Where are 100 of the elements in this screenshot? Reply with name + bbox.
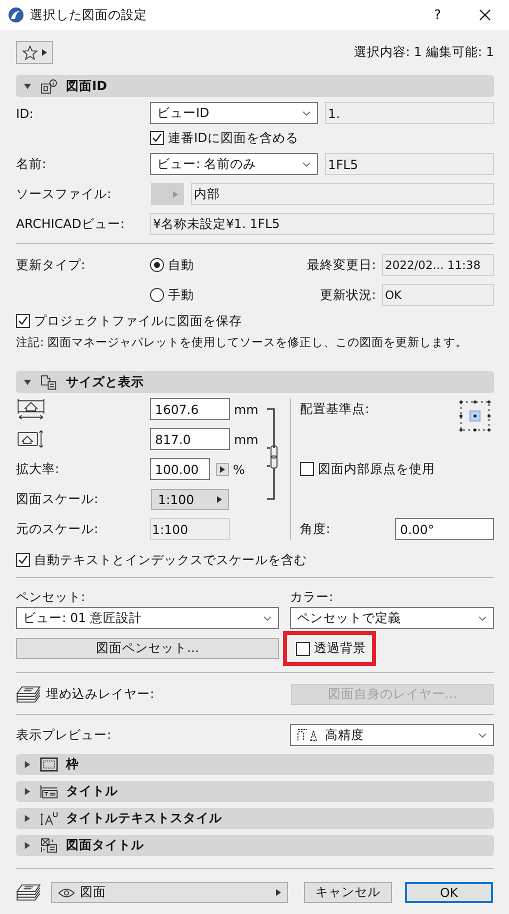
unit-label: % [233, 462, 245, 476]
section-header[interactable]: 図面ID [16, 75, 494, 97]
field-label: ペンセット: [16, 588, 86, 606]
section-header[interactable]: サイズと表示 [16, 371, 494, 393]
chevron-icon [478, 732, 487, 738]
close-icon[interactable] [479, 9, 491, 21]
checkbox[interactable] [16, 553, 30, 567]
height-icon [16, 428, 46, 450]
section-title: 図面タイトル [66, 837, 144, 854]
scale-menu-button[interactable] [216, 462, 229, 476]
field-label: 表示プレビュー: [16, 726, 112, 744]
app-logo-icon [8, 7, 24, 23]
field-label: 角度: [300, 520, 330, 538]
caret-icon [276, 889, 281, 896]
checkbox[interactable] [300, 462, 314, 476]
field-label: ARCHICADビュー: [16, 216, 126, 232]
section-title: 図面ID [66, 78, 108, 94]
chevron-icon [302, 110, 311, 116]
transparent-checkbox[interactable]: 透過背景 [296, 640, 368, 657]
eye-icon [58, 888, 75, 898]
radio-button[interactable] [150, 258, 164, 272]
width-icon [16, 398, 46, 420]
field-label: 埋め込みレイヤー: [46, 686, 154, 703]
field-label: 配置基準点: [300, 401, 370, 418]
caret-icon [42, 49, 47, 56]
field-label: ソースファイル: [16, 186, 112, 202]
drawing-list-icon [40, 374, 58, 390]
chevron-icon [478, 616, 487, 620]
save-checkbox[interactable]: プロジェクトファイルに図面を保存 [16, 312, 242, 330]
frame-icon [40, 757, 58, 772]
section-header[interactable]: 図面タイトル [16, 835, 494, 856]
drawing-title-icon [40, 838, 58, 853]
ok-button[interactable]: OK [405, 882, 493, 903]
field-label: 更新タイプ: [16, 256, 86, 274]
color-dropdown[interactable]: ペンセットで定義 [290, 607, 494, 629]
checkbox[interactable] [296, 642, 310, 656]
caret-icon [217, 496, 222, 502]
section-header[interactable]: タイトルテキストスタイル [16, 808, 494, 829]
check-icon [17, 554, 29, 566]
field-label: 更新状況: [320, 286, 376, 304]
chevron-icon [263, 616, 272, 620]
status-field: OK [382, 284, 494, 306]
field-label: 拡大率: [16, 460, 60, 478]
layers-icon [16, 884, 41, 901]
angle-field[interactable]: 0.00° [395, 518, 494, 540]
id-value-field[interactable]: 1. [325, 102, 494, 124]
source-field: 内部 [191, 183, 494, 205]
layer-dropdown[interactable]: 図面 [51, 882, 288, 903]
preview-dropdown[interactable]: 高精度 [290, 724, 494, 746]
drawing-info-icon [40, 78, 58, 94]
pen-set-dropdown[interactable]: ビュー: 01 意匠設計 [16, 607, 279, 629]
include-checkbox[interactable]: 連番IDに図面を含める [150, 130, 298, 146]
help-button[interactable]: ? [434, 8, 441, 22]
star-icon [22, 44, 38, 60]
original-scale-field: 1:100 [150, 518, 230, 540]
link-icon[interactable] [264, 408, 278, 500]
view-path-field: ¥名称未設定¥1. 1FL5 [150, 213, 494, 235]
height-field[interactable]: 817.0 [150, 428, 230, 450]
check-icon [151, 132, 163, 144]
section-title: タイトルテキストスタイル [66, 810, 222, 827]
chevron-icon [302, 162, 311, 166]
note-text: 注記: 図面マネージャパレットを使用してソースを修正し、この図面を更新します。 [16, 334, 468, 350]
origin-checkbox[interactable]: 図面内部原点を使用 [300, 460, 435, 478]
unit-label: mm [234, 432, 258, 446]
radio-button[interactable] [150, 288, 164, 302]
section-header[interactable]: 枠 [16, 754, 494, 775]
width-field[interactable]: 1607.6 [150, 398, 230, 420]
caret-icon [220, 466, 225, 472]
name-value-field[interactable]: 1FL5 [325, 153, 494, 175]
name-type-dropdown[interactable]: ビュー: 名前のみ [150, 153, 318, 175]
unit-label: mm [234, 402, 258, 416]
checkbox[interactable] [16, 314, 30, 328]
scale-field[interactable]: 100.00 [150, 458, 210, 480]
field-label: 元のスケール: [16, 520, 100, 538]
text-style-icon [40, 811, 58, 826]
field-label: 名前: [16, 156, 48, 172]
title-icon [40, 784, 58, 799]
anchor-point-grid[interactable] [459, 400, 491, 432]
field-label: ID: [16, 106, 35, 120]
id-type-dropdown[interactable]: ビューID [150, 102, 318, 124]
drawing-scale-button[interactable]: 1:100 [151, 488, 229, 510]
pen-set-button[interactable]: 図面ペンセット... [16, 638, 279, 659]
field-label: 最終変更日: [306, 256, 376, 274]
radio-option[interactable]: 自動 [150, 256, 194, 274]
section-title: サイズと表示 [66, 374, 144, 390]
selection-info: 選択内容: 1 編集可能: 1 [354, 44, 494, 61]
checkbox[interactable] [150, 131, 164, 145]
field-label: 図面スケール: [16, 490, 100, 508]
date-field: 2022/02... 11:38 [382, 254, 494, 276]
caret-icon [173, 190, 178, 198]
field-label: カラー: [290, 588, 334, 606]
section-header[interactable]: タイトル [16, 781, 494, 802]
preview-icon [297, 728, 319, 742]
cancel-button[interactable]: キャンセル [304, 882, 392, 903]
favorites-button[interactable] [16, 41, 53, 64]
check-icon [17, 315, 29, 327]
radio-option[interactable]: 手動 [150, 286, 194, 304]
window-title: 選択した図面の設定 [30, 6, 147, 24]
layers-icon [16, 686, 41, 703]
autotext-checkbox[interactable]: 自動テキストとインデックスでスケールを含む [16, 552, 307, 568]
